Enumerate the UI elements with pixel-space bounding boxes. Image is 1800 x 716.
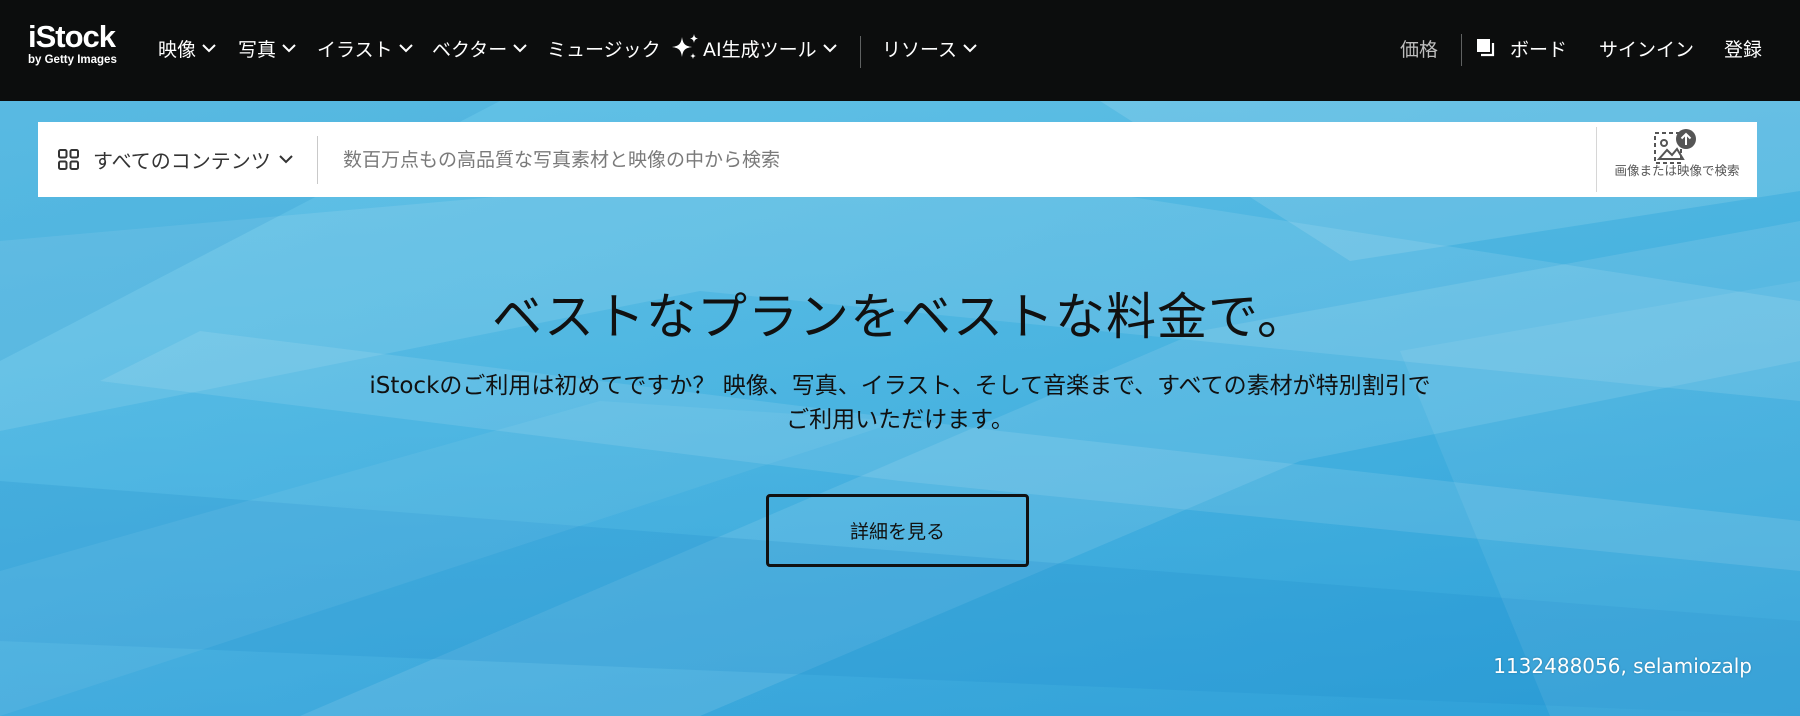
learn-more-button[interactable]: 詳細を見る — [766, 494, 1029, 567]
chevron-down-icon — [963, 43, 977, 53]
logo-tagline: by Getty Images — [28, 54, 117, 66]
nav-item-vectors[interactable]: ベクター — [432, 30, 527, 66]
image-upload-icon — [1654, 129, 1696, 164]
nav-divider — [1461, 34, 1462, 66]
nav-item-illustrations[interactable]: イラスト — [317, 30, 413, 66]
content-type-dropdown[interactable]: すべてのコンテンツ — [38, 122, 318, 197]
chevron-down-icon — [282, 43, 296, 53]
search-divider — [317, 136, 318, 184]
grid-icon — [58, 149, 79, 170]
boards-icon — [1476, 38, 1496, 58]
nav-item-resources[interactable]: リソース — [882, 30, 977, 66]
top-navigation: iStock by Getty Images 映像 写真 イラスト ベクター ミ… — [0, 0, 1800, 101]
nav-item-photos[interactable]: 写真 — [238, 30, 296, 66]
hero-section: すべてのコンテンツ 画像または映像で検索 ベストなプランをベストな — [0, 101, 1800, 716]
hero-headline: ベストなプランをベストな料金で。 — [492, 288, 1308, 346]
nav-item-label: 写真 — [238, 38, 277, 61]
pricing-link[interactable]: 価格 — [1400, 30, 1438, 66]
chevron-down-icon — [202, 43, 216, 53]
nav-item-label: リソース — [882, 38, 958, 61]
boards-label: ボード — [1510, 38, 1568, 61]
content-type-label: すべてのコンテンツ — [93, 149, 271, 173]
nav-item-ai-tools[interactable]: AI生成ツール — [670, 30, 837, 66]
chevron-down-icon — [398, 43, 413, 53]
boards-link[interactable]: ボード — [1476, 30, 1567, 66]
nav-item-video[interactable]: 映像 — [158, 30, 216, 66]
nav-item-label: 映像 — [158, 38, 197, 61]
nav-item-label: ミュージック — [547, 38, 661, 61]
search-bar: すべてのコンテンツ 画像または映像で検索 — [38, 122, 1757, 197]
nav-item-label: ベクター — [432, 38, 508, 61]
search-input[interactable] — [341, 136, 1605, 184]
sparkle-icon — [670, 33, 700, 63]
chevron-down-icon — [513, 43, 527, 53]
logo-wordmark: iStock — [28, 19, 116, 54]
nav-divider — [860, 36, 861, 68]
nav-item-label: イラスト — [317, 38, 393, 61]
chevron-down-icon — [279, 155, 293, 164]
page: iStock by Getty Images 映像 写真 イラスト ベクター ミ… — [0, 0, 1800, 716]
signin-link[interactable]: サインイン — [1599, 30, 1694, 66]
visual-search-label: 画像または映像で検索 — [1614, 163, 1740, 178]
istock-logo[interactable]: iStock by Getty Images — [28, 19, 117, 66]
visual-search-button[interactable]: 画像または映像で検索 — [1597, 122, 1757, 197]
pricing-label: 価格 — [1400, 38, 1439, 61]
nav-item-music[interactable]: ミュージック — [547, 30, 661, 66]
register-label: 登録 — [1724, 38, 1763, 61]
nav-item-label: AI生成ツール — [703, 38, 817, 61]
image-credit: 1132488056, selamiozalp — [1493, 654, 1752, 678]
hero-subtext: iStockのご利用は初めてですか？ 映像、写真、イラスト、そして音楽まで、すべ… — [369, 373, 1431, 433]
signin-label: サインイン — [1599, 38, 1695, 61]
register-link[interactable]: 登録 — [1724, 30, 1762, 66]
chevron-down-icon — [822, 43, 837, 53]
